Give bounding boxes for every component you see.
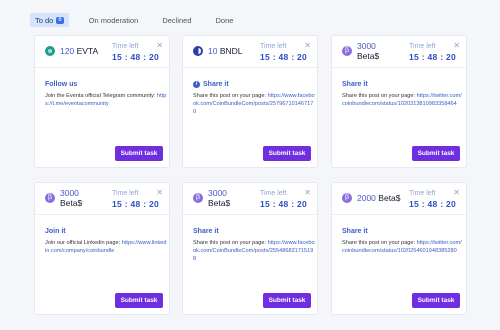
tab-on-moderation[interactable]: On moderation [89,13,139,27]
task-card: 3000Beta$ Time left 15 : 48 : 20 ✕ Share… [182,182,318,315]
close-icon[interactable]: ✕ [304,41,311,50]
task-title: Join it [45,228,66,235]
task-title: Share it [342,81,368,88]
info-icon: i [193,81,200,88]
beta-coin-icon [342,193,352,203]
time-left-label: Time left [260,43,287,50]
tab-done[interactable]: Done [216,13,234,27]
card-header: 3000Beta$ Time left 15 : 48 : 20 ✕ [35,183,169,215]
card-header: 2000 Beta$ Time left 15 : 48 : 20 ✕ [332,183,466,215]
time-left-value: 15 : 48 : 20 [112,199,160,209]
tab-label: Done [215,15,234,25]
close-icon[interactable]: ✕ [156,41,163,50]
card-header: 10 BNDL Time left 15 : 48 : 20 ✕ [183,36,317,68]
evta-coin-icon [45,46,55,56]
time-left-value: 15 : 48 : 20 [260,52,308,62]
tab-label: On moderation [88,15,139,25]
task-description: Share this post on your page: https://ww… [193,93,315,115]
time-left-value: 15 : 48 : 20 [409,52,457,62]
time-left-label: Time left [409,43,436,50]
reward-amount: 10 BNDL [208,46,243,56]
status-tabs: To do 6 On moderation Declined Done [30,13,257,27]
time-left-label: Time left [112,190,139,197]
card-header: 120 EVTA Time left 15 : 48 : 20 ✕ [35,36,169,68]
task-description: Share this post on your page: https://ww… [193,240,315,262]
close-icon[interactable]: ✕ [304,188,311,197]
tab-declined[interactable]: Declined [162,13,191,27]
task-card: 10 BNDL Time left 15 : 48 : 20 ✕ i Share … [182,35,318,168]
task-card: 120 EVTA Time left 15 : 48 : 20 ✕ Follow… [34,35,170,168]
tab-label: Declined [162,15,192,25]
submit-task-button[interactable]: Submit task [115,293,163,308]
reward-amount: 2000 Beta$ [357,193,401,203]
task-title: i Share it [193,81,229,88]
task-title: Follow us [45,81,78,88]
submit-task-button[interactable]: Submit task [263,293,311,308]
close-icon[interactable]: ✕ [156,188,163,197]
time-left-value: 15 : 48 : 20 [112,52,160,62]
close-icon[interactable]: ✕ [453,188,460,197]
task-description: Share this post on your page: https://tw… [342,93,462,107]
submit-task-button[interactable]: Submit task [412,293,460,308]
reward-amount: 3000 Beta$ [208,188,231,208]
time-left-label: Time left [112,43,139,50]
close-icon[interactable]: ✕ [453,41,460,50]
task-title: Share it [342,228,368,235]
tab-count-badge: 6 [56,16,64,24]
submit-task-button[interactable]: Submit task [412,146,460,161]
tab-to-do[interactable]: To do 6 [30,13,69,27]
beta-coin-icon [45,193,55,203]
reward-amount: 3000 Beta$ [357,41,380,61]
reward-amount: 120 EVTA [60,46,99,56]
submit-task-button[interactable]: Submit task [263,146,311,161]
time-left-label: Time left [409,190,436,197]
task-title: Share it [193,228,219,235]
time-left-value: 15 : 48 : 20 [409,199,457,209]
reward-amount: 3000 Beta$ [60,188,83,208]
tab-label: To do [35,15,54,25]
card-header: 3000Beta$ Time left 15 : 48 : 20 ✕ [183,183,317,215]
task-description: Join the Eventa official Telegram commun… [45,93,167,107]
time-left-value: 15 : 48 : 20 [260,199,308,209]
beta-coin-icon [193,193,203,203]
task-description: Share this post on your page: https://tw… [342,240,462,254]
bndl-coin-icon [193,46,203,56]
task-card: 3000Beta$ Time left 15 : 48 : 20 ✕ Join … [34,182,170,315]
task-card: 3000Beta$ Time left 15 : 48 : 20 ✕ Share… [331,35,467,168]
card-header: 3000Beta$ Time left 15 : 48 : 20 ✕ [332,36,466,68]
task-card: 2000 Beta$ Time left 15 : 48 : 20 ✕ Shar… [331,182,467,315]
beta-coin-icon [342,46,352,56]
time-left-label: Time left [260,190,287,197]
task-description: Join our official Linkedin page: https:/… [45,240,167,254]
submit-task-button[interactable]: Submit task [115,146,163,161]
